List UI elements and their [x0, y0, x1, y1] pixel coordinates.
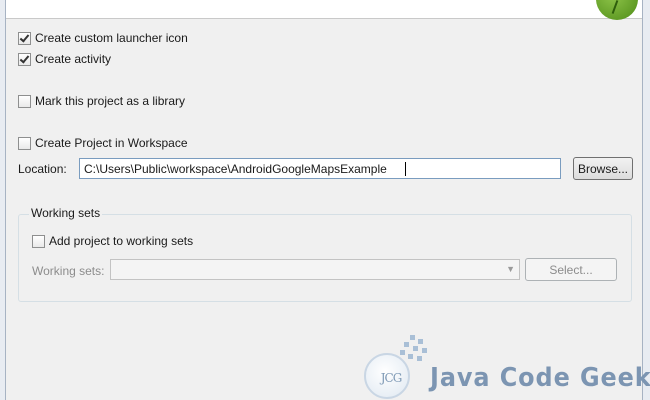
wizard-banner — [6, 0, 642, 20]
select-working-sets-button[interactable]: Select... — [525, 258, 617, 281]
working-sets-combo[interactable]: ▼ — [110, 259, 520, 280]
working-sets-label: Working sets: — [32, 264, 105, 278]
android-eclipse-logo-icon — [596, 0, 638, 20]
create-activity-checkbox[interactable] — [18, 52, 31, 66]
working-sets-group-title: Working sets — [29, 206, 103, 220]
create-launcher-icon-label: Create custom launcher icon — [35, 31, 188, 45]
jcg-logo-text: JCG — [380, 371, 403, 385]
create-activity-option[interactable]: Create activity — [18, 51, 111, 67]
browse-button[interactable]: Browse... — [573, 157, 633, 180]
create-launcher-icon-option[interactable]: Create custom launcher icon — [18, 30, 188, 46]
location-label: Location: — [18, 162, 67, 176]
mark-library-label: Mark this project as a library — [35, 94, 186, 108]
create-in-workspace-label: Create Project in Workspace — [35, 136, 188, 150]
mark-library-checkbox[interactable] — [18, 94, 31, 108]
watermark-brand: Java Code Geeks — [430, 363, 650, 393]
create-launcher-icon-checkbox[interactable] — [18, 31, 31, 45]
create-in-workspace-checkbox[interactable] — [18, 136, 31, 150]
add-to-working-sets-checkbox[interactable] — [32, 234, 45, 248]
mark-library-option[interactable]: Mark this project as a library — [18, 93, 185, 109]
text-cursor — [405, 162, 406, 176]
location-input[interactable] — [79, 158, 561, 179]
add-to-working-sets-option[interactable]: Add project to working sets — [32, 233, 193, 249]
create-in-workspace-option[interactable]: Create Project in Workspace — [18, 135, 188, 151]
create-activity-label: Create activity — [35, 52, 112, 66]
add-to-working-sets-label: Add project to working sets — [49, 234, 194, 248]
jcg-logo-icon: JCG — [364, 353, 410, 399]
jcg-watermark: JCG Java Code Geeks — [358, 333, 650, 400]
chevron-down-icon: ▼ — [506, 264, 515, 274]
